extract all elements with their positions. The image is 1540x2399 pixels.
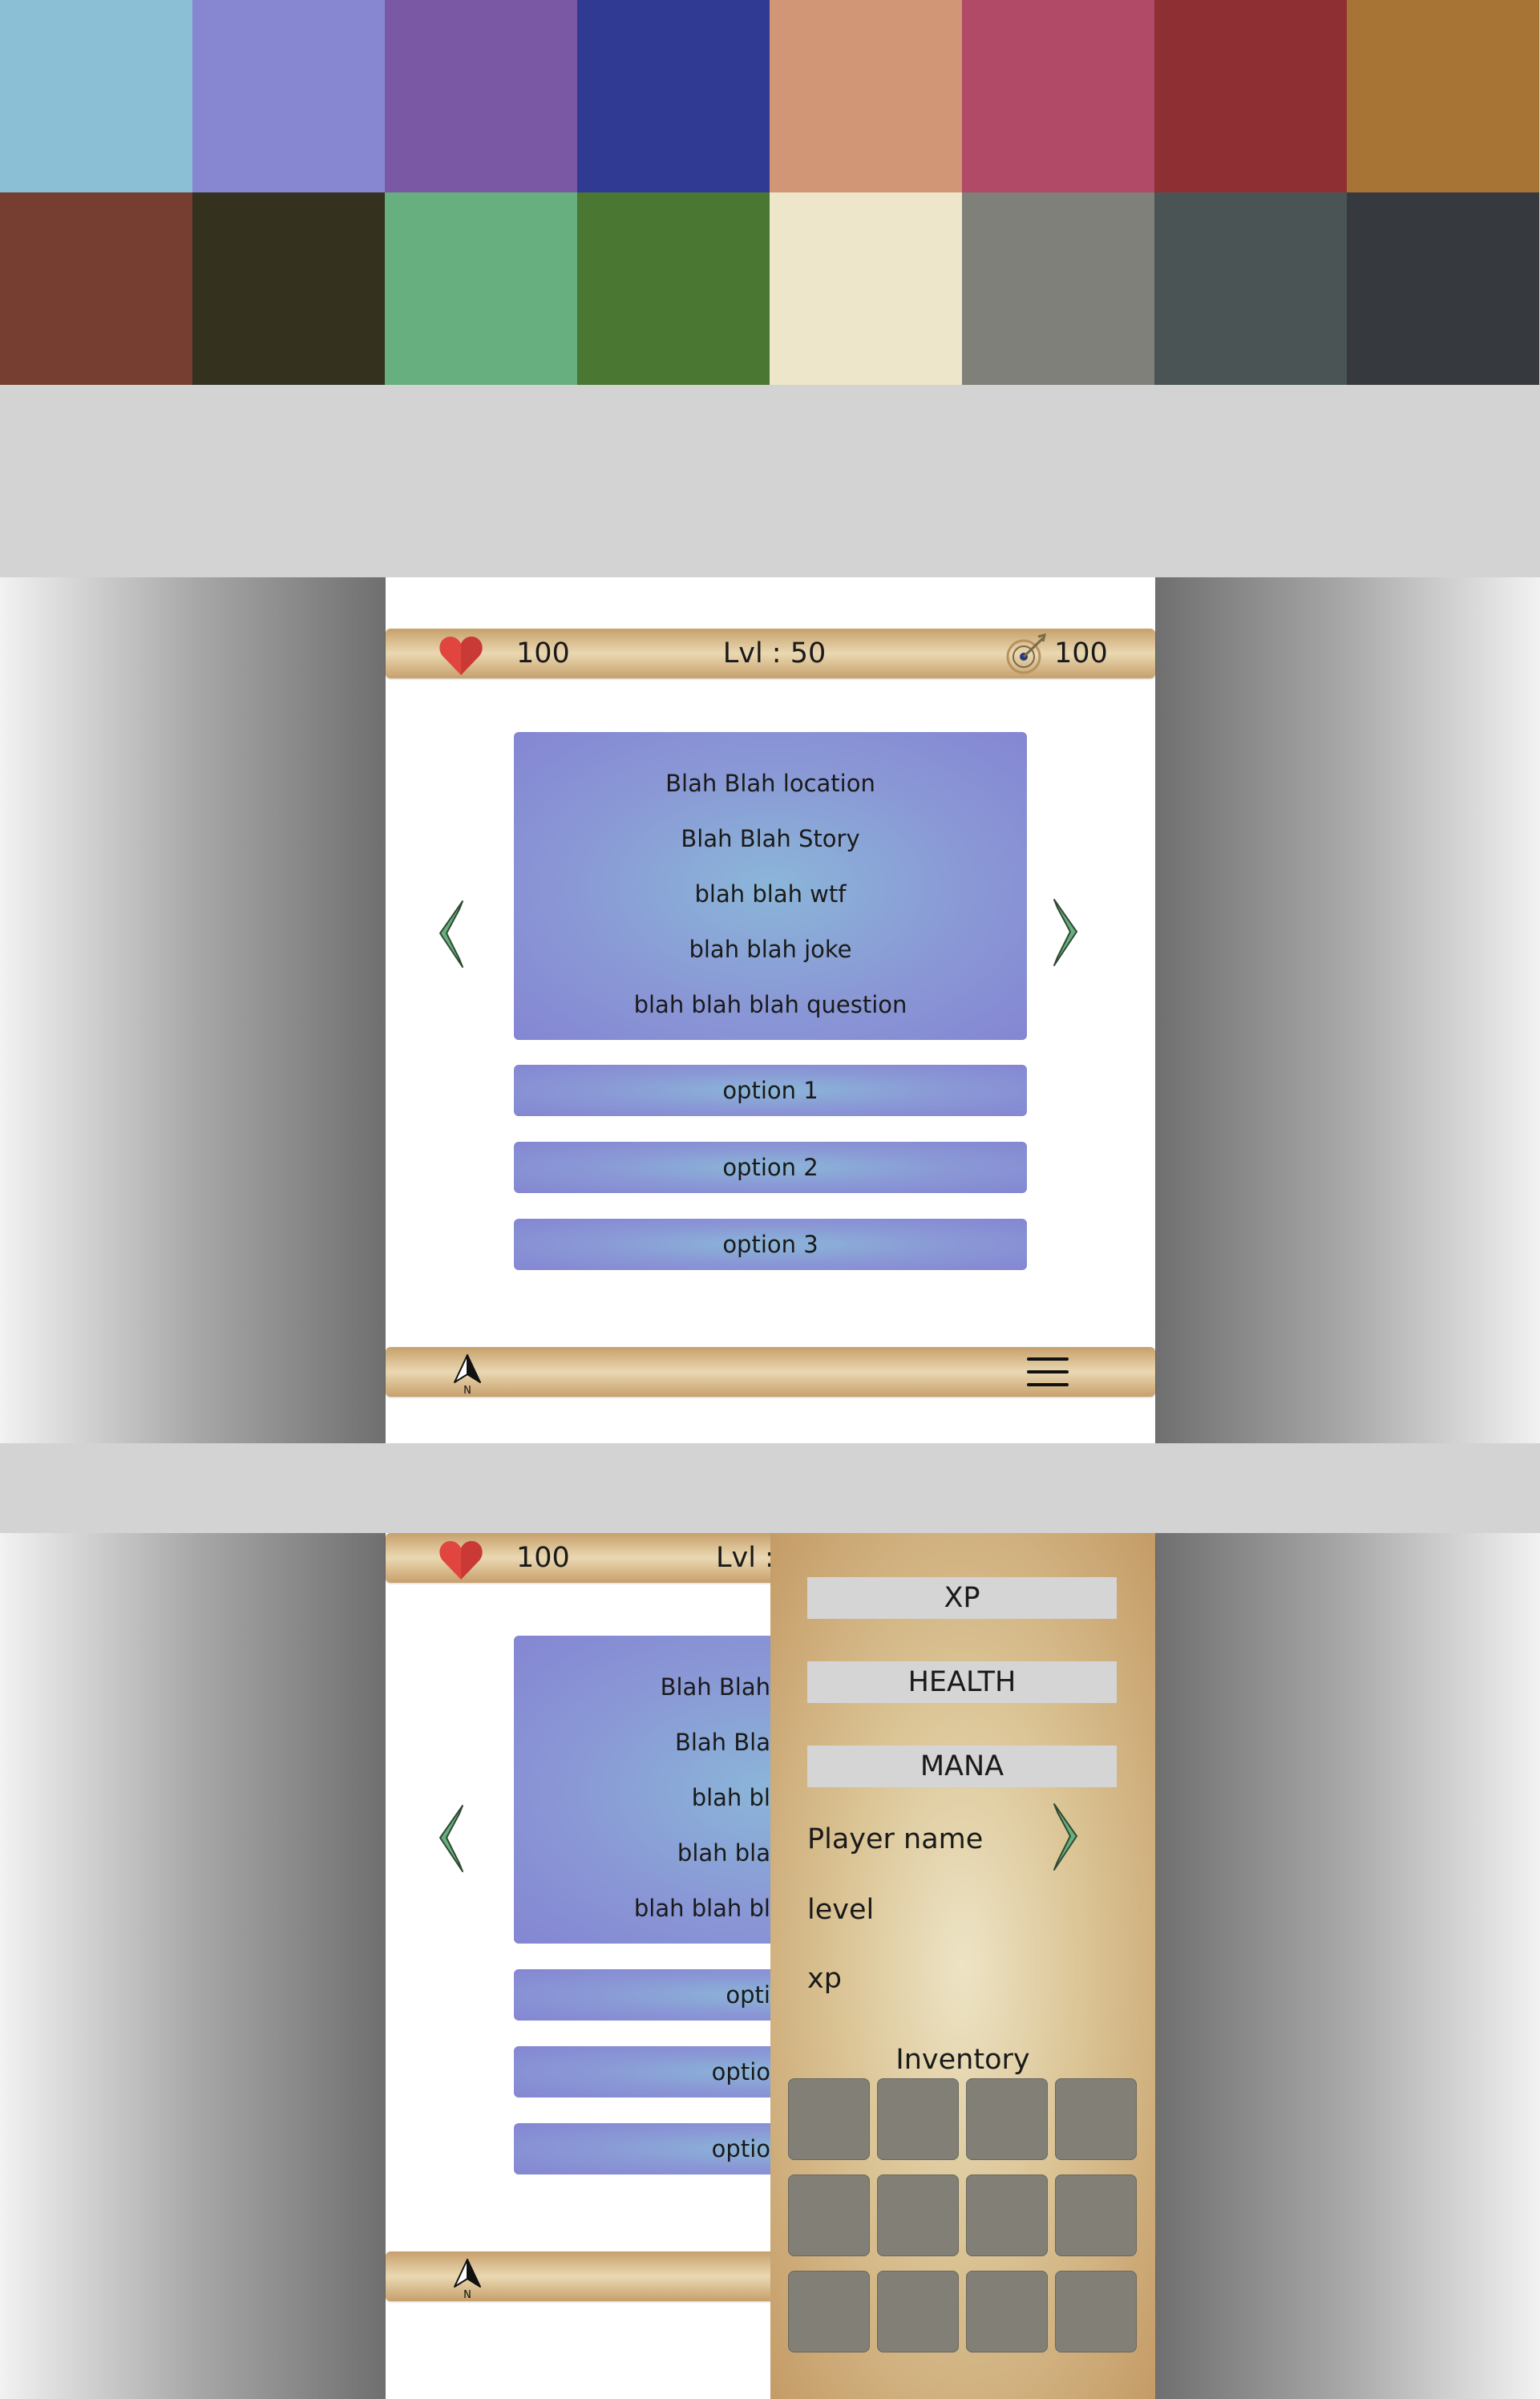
color-swatch [0, 192, 192, 385]
mana-value: 100 [1054, 637, 1108, 670]
option-button-2[interactable]: option 2 [514, 1142, 1027, 1193]
story-question: blah blah bl [633, 1894, 770, 1922]
color-swatch [192, 192, 385, 385]
color-swatch [1347, 192, 1539, 385]
chevron-right-icon[interactable] [1049, 896, 1081, 969]
north-arrow-icon[interactable]: N [451, 2258, 487, 2300]
player-drawer: XP HEALTH MANA Player name level xp Inve… [770, 1533, 1155, 2399]
top-status-bar: 100 Lvl : 50 100 [386, 629, 1155, 678]
option-button-1[interactable]: option 1 [514, 1065, 1027, 1116]
inventory-slot[interactable] [877, 2174, 959, 2256]
option-button-3[interactable]: option 3 [514, 1219, 1027, 1270]
color-palette [0, 0, 1540, 385]
story-location: Blah Blah [660, 1673, 770, 1701]
story-line: blah bl [691, 1783, 770, 1811]
game-screen: 100 Lvl : Blah Blah Blah Bla blah bl bla… [386, 1533, 1155, 2399]
inventory-slot[interactable] [877, 2078, 959, 2160]
game-screen-with-drawer-frame: 100 Lvl : Blah Blah Blah Bla blah bl bla… [0, 1533, 1540, 2399]
color-swatch [962, 0, 1154, 192]
xp-bar: XP [807, 1577, 1117, 1619]
north-arrow-icon[interactable]: N [451, 1353, 487, 1395]
color-swatch [577, 192, 770, 385]
chevron-left-icon[interactable] [435, 898, 467, 970]
player-name: Player name [807, 1823, 984, 1855]
mana-bar: MANA [807, 1746, 1117, 1787]
story-panel: Blah Blah location Blah Blah Story blah … [514, 732, 1027, 1040]
color-swatch [192, 0, 385, 192]
story-line: blah blah wtf [694, 880, 847, 908]
compass-label: N [463, 2289, 471, 2300]
inventory-slot[interactable] [966, 2078, 1048, 2160]
story-text: Blah Blah Story [681, 825, 860, 853]
inventory-slot[interactable] [1055, 2271, 1137, 2352]
level-label: Lvl : [716, 1542, 774, 1574]
inventory-slot[interactable] [966, 2174, 1048, 2256]
color-swatch [0, 0, 192, 192]
color-swatch [1154, 0, 1347, 192]
inventory-slot[interactable] [788, 2271, 870, 2352]
game-screen: 100 Lvl : 50 100 Blah Blah location Blah… [386, 577, 1155, 1443]
story-location: Blah Blah location [665, 770, 875, 798]
story-text: Blah Bla [674, 1729, 770, 1757]
inventory-slot[interactable] [877, 2271, 959, 2352]
health-bar: HEALTH [807, 1661, 1117, 1703]
inventory-slot[interactable] [1055, 2078, 1137, 2160]
inventory-title: Inventory [895, 2044, 1030, 2076]
chevron-left-icon[interactable] [435, 1802, 467, 1875]
player-level: level [807, 1894, 875, 1926]
story-line: blah blah joke [689, 935, 852, 963]
player-xp: xp [807, 1963, 842, 1995]
color-swatch [385, 0, 577, 192]
inventory-slot[interactable] [966, 2271, 1048, 2352]
story-question: blah blah blah question [633, 990, 907, 1018]
health-value: 100 [516, 1542, 570, 1574]
inventory-slot[interactable] [788, 2078, 870, 2160]
game-screen-frame: 100 Lvl : 50 100 Blah Blah location Blah… [0, 577, 1540, 1443]
compass-label: N [463, 1385, 471, 1395]
bottom-nav-bar: N [386, 1347, 1155, 1397]
heart-icon [439, 1541, 483, 1580]
color-swatch [770, 0, 962, 192]
inventory-slot[interactable] [788, 2174, 870, 2256]
inventory-slot[interactable] [1055, 2174, 1137, 2256]
color-swatch [1154, 192, 1347, 385]
color-swatch [385, 192, 577, 385]
story-line: blah bla [677, 1839, 770, 1867]
hamburger-menu-icon[interactable] [1027, 1357, 1069, 1386]
color-swatch [770, 192, 962, 385]
color-swatch [962, 192, 1154, 385]
color-swatch [1347, 0, 1539, 192]
color-swatch [577, 0, 770, 192]
chevron-right-icon[interactable] [1049, 1801, 1081, 1873]
target-icon [1006, 633, 1047, 674]
